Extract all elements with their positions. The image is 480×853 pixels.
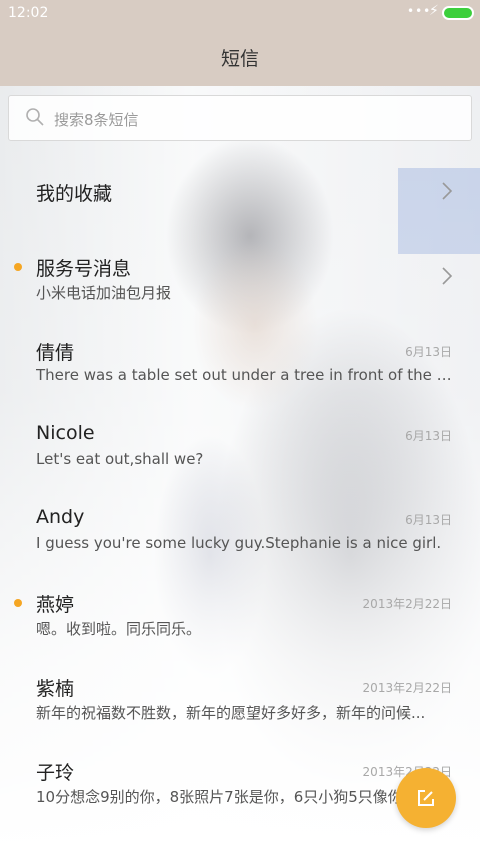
status-bar: 12:02 ••• ⚡ bbox=[0, 0, 480, 28]
thread-name: 倩倩 bbox=[36, 342, 75, 364]
thread-name: 燕婷 bbox=[36, 594, 75, 616]
thread-preview: 新年的祝福数不胜数，新年的愿望好多好多，新年的问候... bbox=[36, 704, 426, 722]
thread-row[interactable]: 燕婷嗯。收到啦。同乐同乐。 2013年2月22日 bbox=[0, 570, 480, 654]
chevron-right-icon bbox=[442, 267, 453, 285]
thread-name: Andy bbox=[36, 506, 85, 528]
thread-date: 6月13日 bbox=[405, 345, 452, 359]
thread-name: 紫楠 bbox=[36, 678, 75, 700]
page-title: 短信 bbox=[220, 48, 259, 70]
thread-name: 我的收藏 bbox=[36, 183, 113, 205]
thread-preview: 小米电话加油包月报 bbox=[36, 284, 172, 302]
thread-date: 2013年2月22日 bbox=[362, 681, 452, 695]
thread-preview: There was a table set out under a tree i… bbox=[36, 366, 452, 384]
thread-row[interactable]: 服务号消息小米电话加油包月报 bbox=[0, 234, 480, 318]
search-bar[interactable]: 搜索8条短信 bbox=[8, 95, 472, 141]
thread-date: 6月13日 bbox=[405, 513, 452, 527]
thread-preview: 嗯。收到啦。同乐同乐。 bbox=[36, 620, 202, 638]
compose-icon bbox=[418, 790, 434, 806]
app-header: 12:02 ••• ⚡ 短信 bbox=[0, 0, 480, 86]
thread-name: Nicole bbox=[36, 422, 95, 444]
more-status-icon: ••• bbox=[407, 4, 432, 18]
charging-icon: ⚡ bbox=[429, 3, 439, 19]
battery-icon bbox=[442, 6, 474, 20]
chevron-right-icon bbox=[442, 182, 453, 200]
thread-date: 6月13日 bbox=[405, 429, 452, 443]
compose-button[interactable] bbox=[396, 768, 456, 828]
thread-row[interactable]: 我的收藏 bbox=[0, 150, 480, 234]
thread-row[interactable]: 紫楠新年的祝福数不胜数，新年的愿望好多好多，新年的问候... 2013年2月22日 bbox=[0, 654, 480, 738]
thread-row[interactable]: Nicole Let's eat out,shall we? 6月13日 bbox=[0, 402, 480, 486]
thread-name: 服务号消息 bbox=[36, 258, 132, 280]
search-icon bbox=[25, 107, 45, 127]
thread-date: 2013年2月22日 bbox=[362, 597, 452, 611]
thread-name: 子玲 bbox=[36, 762, 75, 784]
thread-row[interactable]: 倩倩 There was a table set out under a tree… bbox=[0, 318, 480, 402]
status-time: 12:02 bbox=[8, 5, 49, 21]
unread-dot bbox=[14, 599, 22, 607]
thread-row[interactable]: Andy I guess you're some lucky guy.Stepha… bbox=[0, 486, 480, 570]
thread-preview: 10分想念9别的你，8张照片7张是你，6只小狗5只像你 bbox=[36, 788, 403, 806]
unread-dot bbox=[14, 263, 22, 271]
search-placeholder: 搜索8条短信 bbox=[54, 111, 139, 129]
thread-preview: Let's eat out,shall we? bbox=[36, 450, 204, 468]
thread-preview: I guess you're some lucky guy.Stephanie … bbox=[36, 534, 442, 552]
